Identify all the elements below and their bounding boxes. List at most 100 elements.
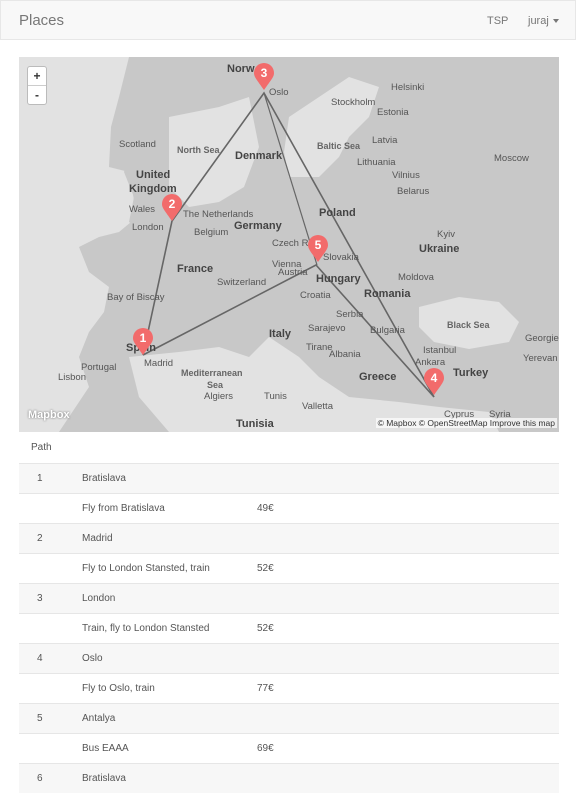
map-label: United [136,169,171,181]
row-price: 69€ [257,743,274,754]
map-label: Greece [359,371,397,383]
row-place: Madrid [82,533,113,544]
map-label: Sea [207,380,224,390]
map-label: Istanbul [423,345,457,356]
map-label: Madrid [144,358,174,369]
map-label: Italy [269,328,292,340]
header-path: Path [31,442,52,453]
map-label: Serbia [336,309,364,320]
table-row: 2 Madrid [19,523,559,553]
map-label: Scotland [119,139,156,150]
marker-number: 1 [139,331,147,345]
nav-tsp-link[interactable]: TSP [487,15,508,27]
map-label: Bay of Biscay [107,292,165,303]
marker-number: 5 [314,238,322,252]
map-label: Vilnius [392,170,420,181]
row-index: 4 [37,653,43,664]
map-label: Bulgaria [370,325,405,336]
map-label: Austria [278,267,308,278]
row-index: 6 [37,773,43,784]
map-label: Belgium [194,227,229,238]
map-label: The Netherlands [183,209,254,220]
zoom-out-button[interactable]: - [28,85,46,104]
map-label: Kyiv [437,229,455,240]
row-desc: Fly from Bratislava [82,503,165,514]
table-row: 4 Oslo [19,643,559,673]
row-place: London [82,593,116,604]
table-row: 3 London [19,583,559,613]
row-desc: Bus EAAA [82,743,129,754]
map-label: France [177,263,214,275]
map-label: Stockholm [331,97,376,108]
caret-down-icon [552,19,559,24]
map-label: Ankara [415,357,446,368]
map-label: Turkey [453,367,489,379]
table-header: Path [19,432,559,463]
map-label: Portugal [81,362,117,373]
row-desc: Train, fly to London Stansted [82,623,210,634]
row-desc: Fly to London Stansted, train [82,563,210,574]
map-label: Germany [234,220,282,232]
row-price: 49€ [257,503,274,514]
row-index: 3 [37,593,43,604]
map-label: Croatia [300,290,331,301]
map-marker-1[interactable]: 1 [132,328,154,356]
map-label: Ukraine [419,243,460,255]
map-marker-2[interactable]: 2 [161,194,183,222]
row-place: Oslo [82,653,103,664]
marker-number: 4 [430,371,438,385]
user-menu-label: juraj [528,15,549,27]
map-label: Romania [364,288,411,300]
map-label: Moldova [398,272,434,283]
marker-number: 2 [168,197,176,211]
path-table: Path 1 Bratislava Fly from Bratislava 49… [19,432,559,793]
row-price: 77€ [257,683,274,694]
map-label: Poland [319,207,356,219]
table-row: Fly to Oslo, train 77€ [19,673,559,703]
row-place: Antalya [82,713,116,724]
row-place: Bratislava [82,773,126,784]
navbar: Places TSP juraj [0,0,576,40]
row-index: 2 [37,533,43,544]
map-marker-5[interactable]: 5 [307,235,329,263]
row-index: 5 [37,713,43,724]
map-label: Helsinki [391,82,425,93]
map-attribution[interactable]: © Mapbox © OpenStreetMap Improve this ma… [375,418,557,428]
map-label: Hungary [316,273,361,285]
map-label: Norw [227,63,255,75]
user-menu-dropdown[interactable]: juraj [528,15,559,27]
zoom-in-button[interactable]: + [28,67,46,85]
map-label: London [132,222,164,233]
table-row: Fly to London Stansted, train 52€ [19,553,559,583]
map-label: Lithuania [357,157,396,168]
map-label: Baltic Sea [317,141,361,151]
row-price: 52€ [257,623,274,634]
table-row: Fly from Bratislava 49€ [19,493,559,523]
map-label: Switzerland [217,277,267,288]
map-label: Yerevan [523,353,558,364]
table-row: Bus EAAA 69€ [19,733,559,763]
map-label: North Sea [177,145,220,155]
table-row: 1 Bratislava [19,463,559,493]
map-label: Valletta [302,401,333,412]
map-label: Tunis [264,391,287,402]
map-label: Albania [329,349,361,360]
marker-number: 3 [260,66,268,80]
table-row: 5 Antalya [19,703,559,733]
zoom-control: + - [27,66,47,105]
map-label: Sarajevo [308,323,346,334]
map-marker-3[interactable]: 3 [253,63,275,91]
table-row: 6 Bratislava [19,763,559,793]
row-place: Bratislava [82,473,126,484]
map-label: Estonia [377,107,409,118]
map[interactable]: + - Norw Oslo Helsinki Stockholm Estonia… [19,57,559,432]
map-marker-4[interactable]: 4 [423,368,445,396]
map-label: Mediterranean [181,368,243,378]
row-index: 1 [37,473,43,484]
map-label: Moscow [494,153,529,164]
mapbox-logo[interactable]: Mapbox [28,409,70,421]
brand-title[interactable]: Places [19,12,64,29]
row-desc: Fly to Oslo, train [82,683,155,694]
row-price: 52€ [257,563,274,574]
map-label: Georgie [525,333,559,344]
